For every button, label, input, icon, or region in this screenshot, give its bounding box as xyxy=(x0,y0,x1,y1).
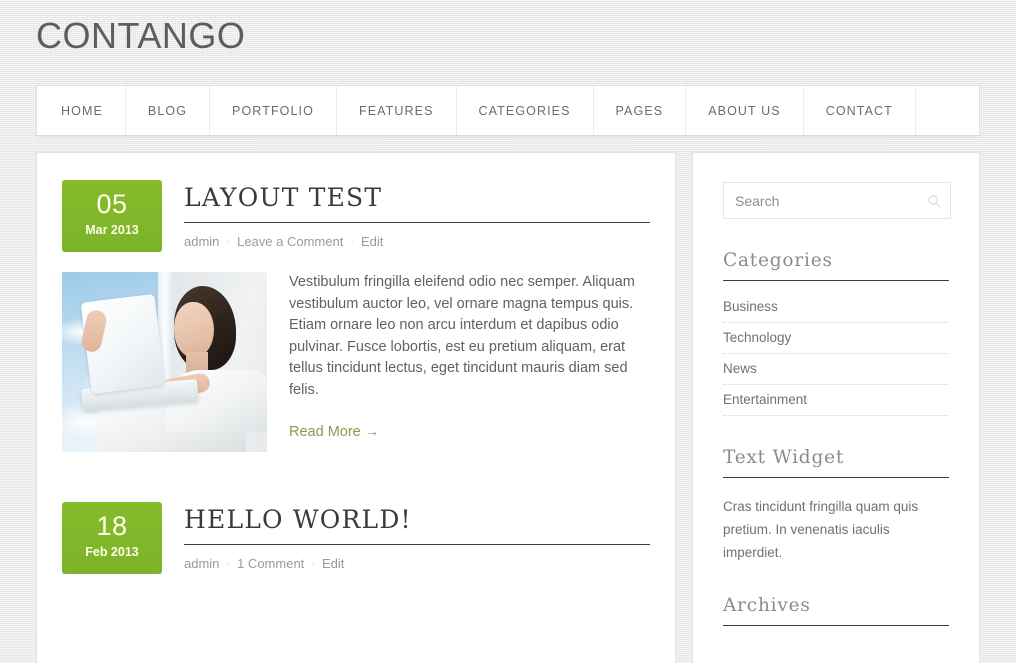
post-date-day: 18 xyxy=(96,511,128,541)
nav-item-categories[interactable]: CATEGORIES xyxy=(457,86,594,135)
post-date-month: Feb 2013 xyxy=(85,545,139,559)
nav-item-contact[interactable]: CONTACT xyxy=(804,86,916,135)
list-item: Technology xyxy=(723,323,949,354)
post-excerpt: Vestibulum fringilla eleifend odio nec s… xyxy=(289,274,635,398)
site-header: CONTANGO xyxy=(36,14,980,74)
category-link-technology[interactable]: Technology xyxy=(723,323,949,353)
post-date-day: 05 xyxy=(96,189,128,219)
search-input[interactable] xyxy=(723,182,951,219)
meta-separator: · xyxy=(226,557,231,570)
sidebar-column: Categories Business Technology News Ente… xyxy=(692,152,980,663)
post-thumbnail-image[interactable] xyxy=(62,272,267,452)
widget-search xyxy=(723,182,951,219)
widget-title-categories: Categories xyxy=(723,250,949,281)
widget-title-text-widget: Text Widget xyxy=(723,447,949,478)
meta-separator: · xyxy=(226,235,231,248)
meta-separator: · xyxy=(311,557,315,570)
post-title-wrap: LAYOUT TEST admin · Leave a Comment · Ed… xyxy=(184,180,650,249)
widget-text-body: Cras tincidunt fringilla quam quis preti… xyxy=(723,499,919,560)
category-link-entertainment[interactable]: Entertainment xyxy=(723,385,949,415)
widget-archives: Archives xyxy=(723,595,949,626)
post-edit-link[interactable]: Edit xyxy=(322,556,344,571)
post-date-badge[interactable]: 05 Mar 2013 xyxy=(62,180,162,252)
post-title-wrap: HELLO WORLD! admin · 1 Comment · Edit xyxy=(184,502,650,571)
thumb-person-face xyxy=(174,302,214,358)
list-item: Entertainment xyxy=(723,385,949,416)
post-title[interactable]: LAYOUT TEST xyxy=(184,182,650,223)
post-header: 05 Mar 2013 LAYOUT TEST admin · Leave a … xyxy=(62,180,650,252)
category-link-business[interactable]: Business xyxy=(723,292,949,322)
read-more-link[interactable]: Read More → xyxy=(289,424,379,440)
post-date-badge[interactable]: 18 Feb 2013 xyxy=(62,502,162,574)
widget-title-archives: Archives xyxy=(723,595,949,626)
page-root: CONTANGO HOME BLOG PORTFOLIO FEATURES CA… xyxy=(0,0,1016,663)
nav-item-about-us[interactable]: ABOUT US xyxy=(686,86,804,135)
post-date-month: Mar 2013 xyxy=(85,223,139,237)
post-hello-world: 18 Feb 2013 HELLO WORLD! admin · 1 Comme… xyxy=(62,502,650,574)
widget-text: Text Widget Cras tincidunt fringilla qua… xyxy=(723,447,949,564)
main-navigation: HOME BLOG PORTFOLIO FEATURES CATEGORIES … xyxy=(36,85,980,136)
search-form xyxy=(723,182,951,219)
post-header: 18 Feb 2013 HELLO WORLD! admin · 1 Comme… xyxy=(62,502,650,574)
nav-item-home[interactable]: HOME xyxy=(37,86,126,135)
post-layout-test: 05 Mar 2013 LAYOUT TEST admin · Leave a … xyxy=(62,180,650,452)
categories-list: Business Technology News Entertainment xyxy=(723,292,949,416)
post-text: Vestibulum fringilla eleifend odio nec s… xyxy=(289,272,650,452)
search-icon xyxy=(928,195,941,208)
list-item: News xyxy=(723,354,949,385)
category-link-news[interactable]: News xyxy=(723,354,949,384)
post-author: admin xyxy=(184,556,220,571)
meta-separator: · xyxy=(350,235,354,248)
post-meta: admin · Leave a Comment · Edit xyxy=(184,234,650,249)
nav-item-features[interactable]: FEATURES xyxy=(337,86,457,135)
search-submit-button[interactable] xyxy=(923,190,945,212)
post-author: admin xyxy=(184,234,220,249)
post-meta: admin · 1 Comment · Edit xyxy=(184,556,650,571)
widget-categories: Categories Business Technology News Ente… xyxy=(723,250,949,416)
nav-item-pages[interactable]: PAGES xyxy=(594,86,687,135)
post-body: Vestibulum fringilla eleifend odio nec s… xyxy=(62,272,650,452)
content-column: 05 Mar 2013 LAYOUT TEST admin · Leave a … xyxy=(36,152,676,663)
post-title[interactable]: HELLO WORLD! xyxy=(184,504,650,545)
post-comments-link[interactable]: 1 Comment xyxy=(237,556,304,571)
site-title[interactable]: CONTANGO xyxy=(36,14,980,58)
post-comments-link[interactable]: Leave a Comment xyxy=(237,234,343,249)
list-item: Business xyxy=(723,292,949,323)
post-edit-link[interactable]: Edit xyxy=(361,234,383,249)
nav-item-portfolio[interactable]: PORTFOLIO xyxy=(210,86,337,135)
nav-item-blog[interactable]: BLOG xyxy=(126,86,211,135)
